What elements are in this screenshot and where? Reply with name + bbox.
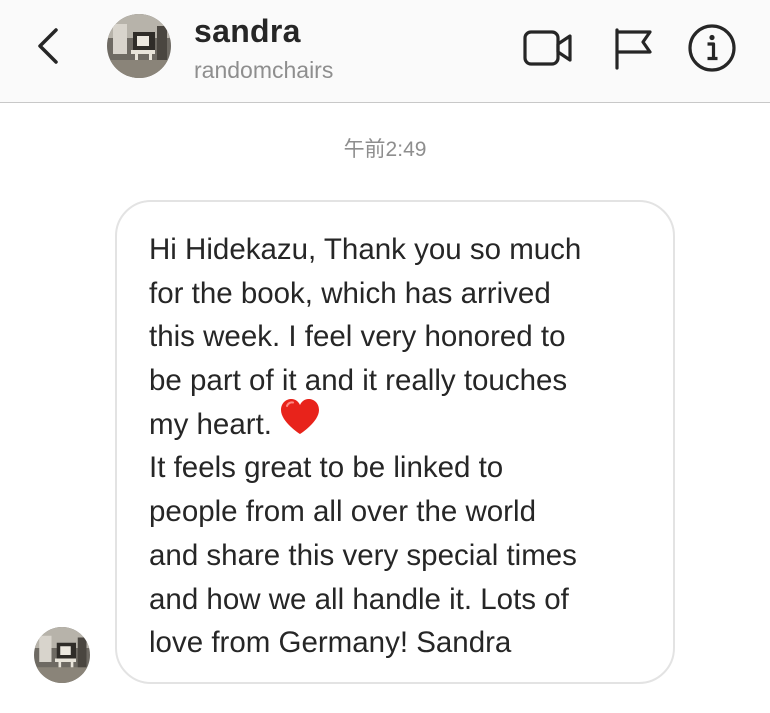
message-line: Hi Hidekazu, Thank you so much [149, 233, 582, 266]
contact-username[interactable]: randomchairs [194, 57, 333, 84]
message-line: this week. I feel very honored to [149, 320, 566, 354]
flag-icon [615, 28, 652, 70]
red-heart-icon [278, 397, 322, 450]
chat-header: sandra randomchairs [0, 0, 770, 103]
video-call-button[interactable] [520, 20, 576, 76]
message-line: love from Germany! Sandra [149, 626, 512, 660]
header-avatar[interactable] [107, 14, 171, 78]
report-button[interactable] [604, 20, 660, 76]
info-icon [688, 24, 736, 72]
sender-avatar[interactable] [34, 627, 90, 683]
video-camera-icon [523, 30, 572, 66]
message-line: people from all over the world [149, 495, 536, 529]
message-line: and how we all handle it. Lots of [149, 582, 569, 616]
message-line: for the book, which has arrived [149, 276, 551, 310]
chevron-left-icon [38, 28, 58, 64]
message-line: be part of it and it really touches [149, 364, 568, 398]
message-line-text: my heart. [149, 407, 272, 441]
message-line: It feels great to be linked to [149, 451, 504, 485]
contact-name[interactable]: sandra [194, 13, 301, 50]
back-button[interactable] [30, 26, 70, 66]
message-line: and share this very special times [149, 538, 577, 572]
message-timestamp: 午前2:49 [343, 138, 427, 161]
info-button[interactable] [684, 20, 740, 76]
message-line-with-emoji: my heart. [149, 398, 643, 447]
message-bubble[interactable]: Hi Hidekazu, Thank you so much for the b… [115, 200, 675, 684]
